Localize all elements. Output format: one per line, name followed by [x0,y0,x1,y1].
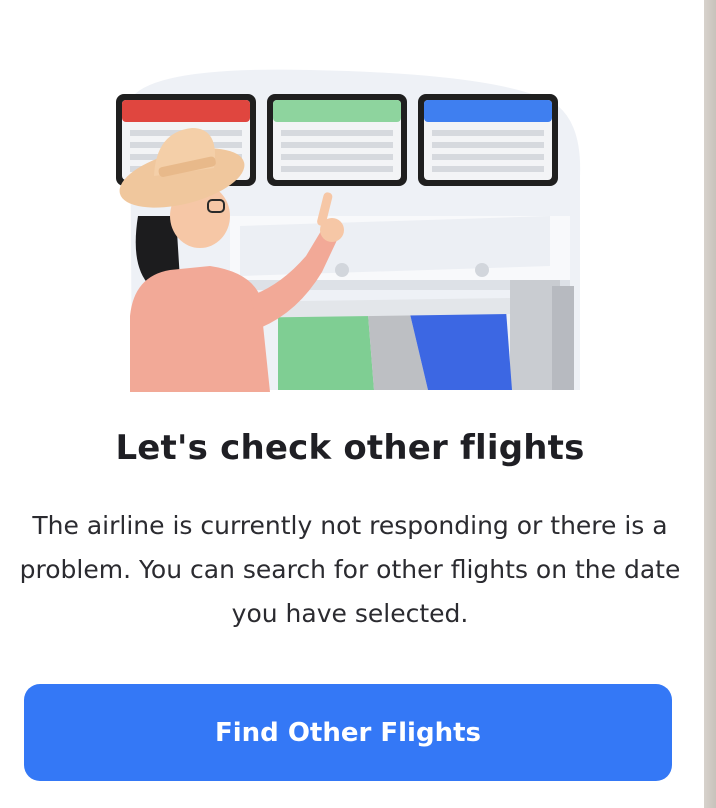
departure-board-green [267,94,407,186]
traveler-at-departure-board-illustration [116,69,581,392]
dialog-title: Let's check other flights [115,428,585,468]
window-edge [704,0,716,808]
dialog-description: The airline is currently not responding … [19,511,681,628]
find-other-flights-button[interactable]: Find Other Flights [24,684,672,781]
flight-unavailable-dialog: Let's check other flights The airline is… [0,0,716,808]
departure-board-blue [418,94,558,186]
